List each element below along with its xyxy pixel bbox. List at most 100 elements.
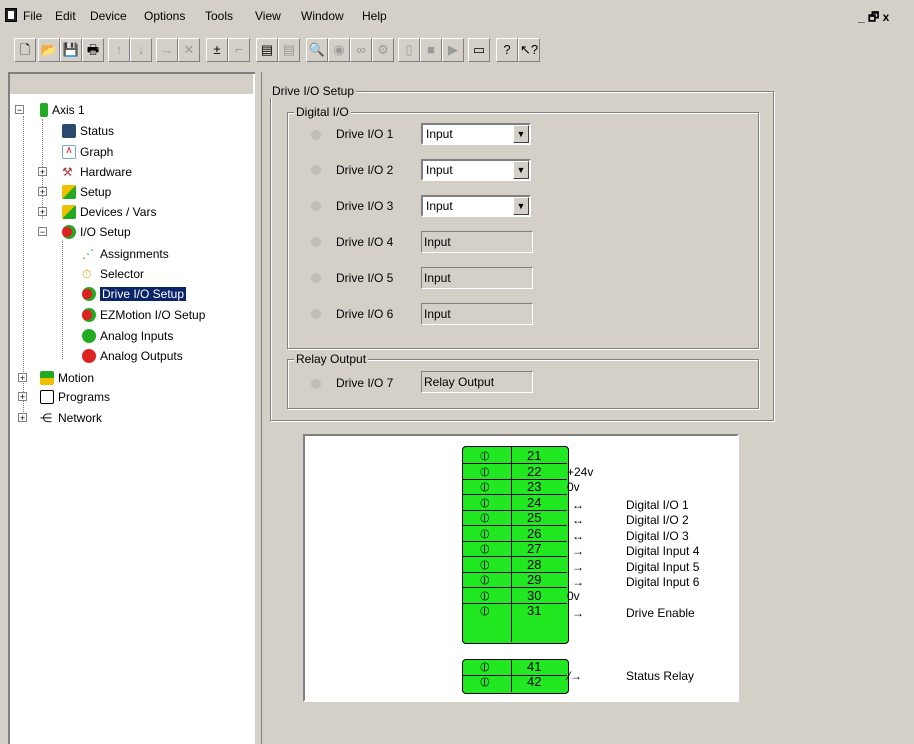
terminal-screw-icon: ⦶	[480, 674, 490, 689]
terminal-number: 25	[527, 510, 542, 525]
tree-item-analog-outputs[interactable]: Analog Outputs	[82, 346, 183, 364]
run-icon[interactable]: ▯	[398, 38, 420, 62]
add-program-icon[interactable]: ▤	[256, 38, 278, 62]
connect-icon[interactable]: →	[156, 38, 178, 62]
terminal-block	[462, 446, 569, 644]
expand-network-icon[interactable]: +	[18, 413, 27, 423]
expand-hardware-icon[interactable]: +	[38, 167, 47, 177]
step-icon[interactable]: ▶	[442, 38, 464, 62]
zoom-icon[interactable]: 🔍	[306, 38, 328, 62]
motion-icon	[40, 370, 54, 385]
new-file-icon[interactable]: 🗋	[14, 38, 36, 62]
tree-item-network[interactable]: ⋲ Network	[40, 408, 102, 426]
io-select-3[interactable]: Input ▼	[421, 195, 531, 217]
terminal-screw-icon: ⦶	[480, 603, 490, 618]
expand-motion-icon[interactable]: +	[18, 373, 27, 383]
watch-icon[interactable]: ∞	[350, 38, 372, 62]
menu-device[interactable]: Device	[90, 9, 127, 23]
io-value-4: Input	[421, 231, 533, 253]
selector-icon: ⏱	[82, 266, 92, 281]
menu-options[interactable]: Options	[144, 9, 185, 23]
download-icon[interactable]: ↓	[130, 38, 152, 62]
tree-item-motion[interactable]: Motion	[40, 368, 94, 386]
tree-item-programs[interactable]: Programs	[40, 387, 110, 405]
terminal-number: 21	[527, 448, 542, 463]
menu-help[interactable]: Help	[362, 9, 387, 23]
io-icon	[82, 286, 96, 301]
menu-file[interactable]: File	[23, 9, 42, 23]
monitor-icon[interactable]: ◉	[328, 38, 350, 62]
chevron-down-icon[interactable]: ▼	[513, 161, 529, 179]
signal-arrow-icon: ↔	[572, 498, 584, 512]
window-layout-icon[interactable]: ▭	[468, 38, 490, 62]
open-folder-icon[interactable]: 📂	[38, 38, 60, 62]
signal-arrow-icon: ↔	[572, 529, 584, 543]
signal-arrow-icon: ↔	[572, 513, 584, 527]
terminal-number: 22	[527, 464, 542, 479]
tree-item-analog-inputs[interactable]: Analog Inputs	[82, 326, 173, 344]
tree-item-io-setup[interactable]: I/O Setup	[62, 222, 131, 240]
tree-item-devices-vars[interactable]: Devices / Vars	[62, 202, 156, 220]
hammer-icon: ⚒	[62, 164, 73, 179]
menu-tools[interactable]: Tools	[205, 9, 233, 23]
tree-item-selector[interactable]: ⏱ Selector	[82, 264, 144, 282]
tree-item-drive-io-setup[interactable]: Drive I/O Setup	[82, 284, 187, 302]
drive-icon	[40, 102, 48, 117]
menu-edit[interactable]: Edit	[55, 9, 76, 23]
tree-item-assignments[interactable]: ⋰ Assignments	[82, 244, 169, 262]
io-led-2	[311, 165, 321, 175]
tree-item-status[interactable]: Status	[62, 121, 114, 139]
menu-bar: File Edit Device Options Tools View Wind…	[0, 0, 914, 30]
compile-icon[interactable]: ⚙	[372, 38, 394, 62]
save-icon[interactable]: 💾	[60, 38, 82, 62]
graph-icon: ∧	[62, 144, 76, 159]
help-icon[interactable]: ?	[496, 38, 518, 62]
expand-devices-icon[interactable]: +	[38, 207, 47, 217]
tree-item-setup[interactable]: Setup	[62, 182, 111, 200]
analog-input-icon	[82, 328, 96, 343]
status-icon	[62, 123, 76, 138]
program-icon[interactable]: ▤	[278, 38, 300, 62]
signal-arrow-icon: →	[572, 560, 584, 574]
signal-label: Digital Input 6	[626, 575, 700, 589]
remove-axis-icon[interactable]: ⌐	[228, 38, 250, 62]
io-select-2[interactable]: Input ▼	[421, 159, 531, 181]
context-help-icon[interactable]: ↖?	[518, 38, 540, 62]
signal-label: Digital Input 4	[626, 544, 700, 558]
terminal-screw-icon: ⦶	[480, 479, 490, 494]
menu-view[interactable]: View	[255, 9, 281, 23]
relay-switch-icon: ⁄→	[568, 669, 583, 683]
terminal-number: 27	[527, 541, 542, 556]
io-label-2: Drive I/O 2	[336, 163, 394, 177]
devices-icon	[62, 204, 76, 219]
terminal-screw-icon: ⦶	[480, 557, 490, 572]
chevron-down-icon[interactable]: ▼	[513, 125, 529, 143]
terminal-number: 26	[527, 526, 542, 541]
terminal-number: 31	[527, 603, 542, 618]
disconnect-icon[interactable]: ✕	[178, 38, 200, 62]
print-icon[interactable]: 🖶	[82, 38, 104, 62]
relay-led	[311, 379, 321, 389]
add-axis-icon[interactable]: ±	[206, 38, 228, 62]
stop-icon[interactable]: ■	[420, 38, 442, 62]
expand-setup-icon[interactable]: +	[38, 187, 47, 197]
tree-item-graph[interactable]: ∧ Graph	[62, 142, 113, 160]
menu-window[interactable]: Window	[301, 9, 344, 23]
terminal-screw-icon: ⦶	[480, 659, 490, 674]
setup-icon	[62, 184, 76, 199]
io-select-1[interactable]: Input ▼	[421, 123, 531, 145]
mdi-window-buttons[interactable]: _ 🗗 x	[858, 8, 889, 29]
upload-icon[interactable]: ↑	[108, 38, 130, 62]
chevron-down-icon[interactable]: ▼	[513, 197, 529, 215]
tree-item-hardware[interactable]: ⚒ Hardware	[62, 162, 132, 180]
relay-output-title: Relay Output	[294, 352, 369, 366]
app-icon[interactable]	[5, 8, 17, 22]
collapse-io-setup-icon[interactable]: −	[38, 227, 47, 237]
tree-item-axis-1[interactable]: Axis 1	[40, 100, 85, 118]
tree-item-ezmotion-io-setup[interactable]: EZMotion I/O Setup	[82, 305, 205, 323]
signal-arrow-icon: →	[572, 606, 584, 620]
expand-programs-icon[interactable]: +	[18, 392, 27, 402]
signal-label: Digital I/O 1	[626, 498, 689, 512]
io-led-1	[311, 130, 321, 140]
collapse-root-icon[interactable]: −	[15, 105, 24, 115]
